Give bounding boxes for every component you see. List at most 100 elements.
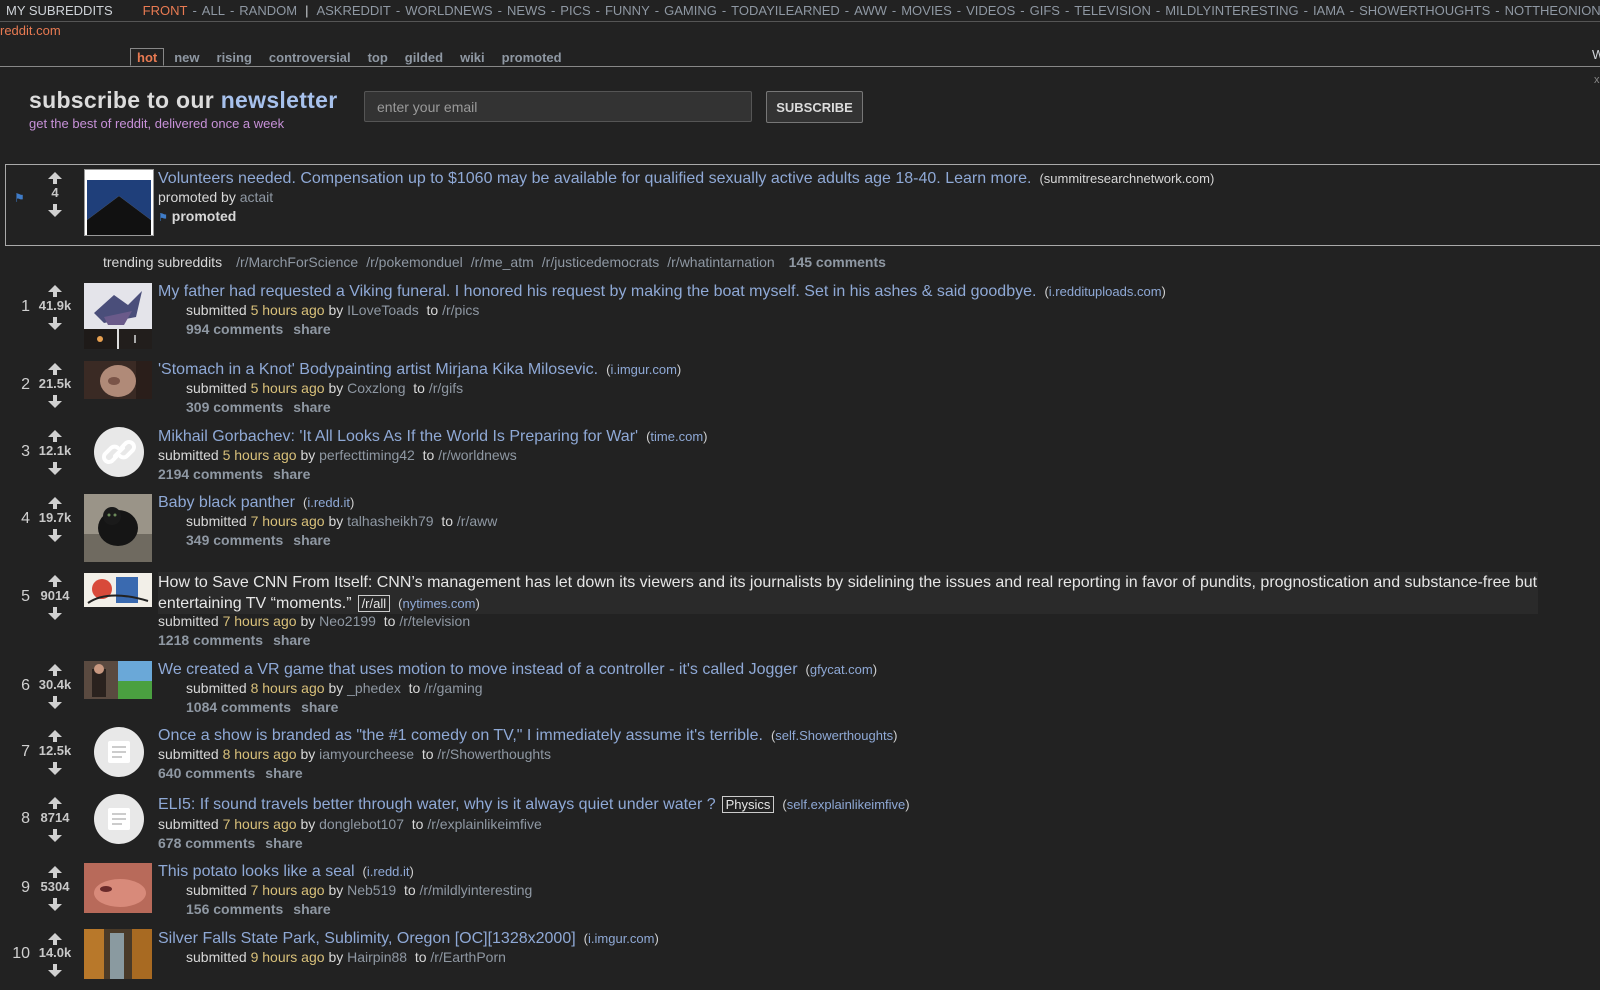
trending-sub[interactable]: /r/justicedemocrats [542,254,659,270]
tab-new[interactable]: new [167,49,206,65]
post-subreddit[interactable]: /r/aww [457,513,497,529]
sr-showerthoughts[interactable]: SHOWERTHOUGHTS [1359,3,1490,18]
post-domain[interactable]: i.imgur.com [588,931,654,946]
sr-worldnews[interactable]: WORLDNEWS [405,3,492,18]
share-link[interactable]: share [273,632,310,648]
downvote-arrow-icon[interactable] [48,898,62,911]
post-domain[interactable]: nytimes.com [402,596,475,611]
downvote-arrow-icon[interactable] [48,462,62,475]
post-domain[interactable]: summitresearchnetwork.com [1044,171,1210,186]
comments-link[interactable]: 1084 comments [186,699,291,715]
post-subreddit[interactable]: /r/mildlyinteresting [420,882,533,898]
subscribe-button[interactable]: SUBSCRIBE [766,91,863,123]
self-post-thumbnail[interactable] [94,794,144,844]
post-subreddit[interactable]: /r/worldnews [438,447,517,463]
sr-pics[interactable]: PICS [560,3,590,18]
comments-link[interactable]: 2194 comments [158,466,263,482]
tab-top[interactable]: top [361,49,395,65]
downvote-arrow-icon[interactable] [48,762,62,775]
post-flair[interactable]: Physics [721,796,775,813]
my-subreddits-dropdown[interactable]: MY SUBREDDITS [6,3,113,18]
post-subreddit[interactable]: /r/EarthPorn [430,949,505,965]
share-link[interactable]: share [301,699,338,715]
post-domain[interactable]: gfycat.com [810,662,873,677]
upvote-arrow-icon[interactable] [48,363,62,375]
share-link[interactable]: share [265,835,302,851]
post-subreddit[interactable]: /r/gaming [424,680,482,696]
comments-link[interactable]: 678 comments [158,835,255,851]
sr-all[interactable]: ALL [202,3,225,18]
user-area[interactable]: W [1592,47,1600,62]
post-author[interactable]: Neo2199 [319,613,376,629]
post-author[interactable]: Hairpin88 [347,949,407,965]
comments-link[interactable]: 309 comments [186,399,283,415]
post-subreddit[interactable]: /r/gifs [429,380,463,396]
share-link[interactable]: share [273,466,310,482]
site-name[interactable]: reddit.com [0,23,61,38]
post-title[interactable]: ELI5: If sound travels better through wa… [158,796,910,814]
trending-sub[interactable]: /r/MarchForScience [236,254,358,270]
post-flair[interactable]: /r/all [357,595,391,612]
post-title[interactable]: 'Stomach in a Knot' Bodypainting artist … [158,361,681,379]
post-thumbnail[interactable] [84,283,152,349]
upvote-arrow-icon[interactable] [48,575,62,587]
post-domain[interactable]: i.reddituploads.com [1049,284,1162,299]
comments-link[interactable]: 156 comments [186,901,283,917]
sr-aww[interactable]: AWW [854,3,887,18]
post-title[interactable]: We created a VR game that uses motion to… [158,661,877,679]
upvote-arrow-icon[interactable] [48,497,62,509]
post-title[interactable]: Once a show is branded as "the #1 comedy… [158,727,897,745]
post-author[interactable]: talhasheikh79 [347,513,433,529]
upvote-arrow-icon[interactable] [48,172,62,184]
post-domain[interactable]: time.com [650,429,703,444]
sr-todayilearned[interactable]: TODAYILEARNED [731,3,840,18]
post-domain[interactable]: i.redd.it [307,495,350,510]
downvote-arrow-icon[interactable] [48,696,62,709]
upvote-arrow-icon[interactable] [48,730,62,742]
post-subreddit[interactable]: /r/television [399,613,470,629]
promoted-title[interactable]: Volunteers needed. Compensation up to $1… [158,170,1214,188]
post-thumbnail[interactable] [84,863,152,913]
post-author[interactable]: iamyourcheese [319,746,414,762]
sr-askreddit[interactable]: ASKREDDIT [316,3,390,18]
sr-iama[interactable]: IAMA [1313,3,1345,18]
post-thumbnail[interactable] [84,573,152,607]
post-subreddit[interactable]: /r/Showerthoughts [437,746,551,762]
share-link[interactable]: share [293,901,330,917]
post-thumbnail[interactable] [84,929,152,979]
downvote-arrow-icon[interactable] [48,204,62,217]
sr-nottheonion[interactable]: NOTTHEONION [1505,3,1600,18]
comments-link[interactable]: 994 comments [186,321,283,337]
upvote-arrow-icon[interactable] [48,933,62,945]
downvote-arrow-icon[interactable] [48,964,62,977]
post-thumbnail[interactable] [84,169,154,236]
trending-sub[interactable]: /r/pokemonduel [366,254,463,270]
post-author[interactable]: ILoveToads [347,302,419,318]
post-author[interactable]: perfecttiming42 [319,447,415,463]
downvote-arrow-icon[interactable] [48,829,62,842]
close-icon[interactable]: x [1594,74,1600,86]
post-author[interactable]: donglebot107 [319,816,404,832]
post-title[interactable]: Silver Falls State Park, Sublimity, Oreg… [158,930,659,948]
comments-link[interactable]: 1218 comments [158,632,263,648]
post-domain[interactable]: self.Showerthoughts [775,728,893,743]
upvote-arrow-icon[interactable] [48,797,62,809]
post-thumbnail[interactable] [84,661,152,699]
upvote-arrow-icon[interactable] [48,285,62,297]
downvote-arrow-icon[interactable] [48,529,62,542]
upvote-arrow-icon[interactable] [48,430,62,442]
post-title[interactable]: How to Save CNN From Itself: CNN’s manag… [158,572,1538,614]
upvote-arrow-icon[interactable] [48,866,62,878]
sr-news[interactable]: NEWS [507,3,546,18]
post-title[interactable]: Baby black panther (i.redd.it) [158,494,354,512]
post-thumbnail[interactable] [84,494,152,562]
post-domain[interactable]: i.imgur.com [610,362,676,377]
upvote-arrow-icon[interactable] [48,664,62,676]
comments-link[interactable]: 640 comments [158,765,255,781]
tab-controversial[interactable]: controversial [262,49,358,65]
sr-gifs[interactable]: GIFS [1030,3,1060,18]
post-author[interactable]: _phedex [347,680,401,696]
post-title[interactable]: My father had requested a Viking funeral… [158,283,1166,301]
tab-wiki[interactable]: wiki [453,49,492,65]
comments-link[interactable]: 349 comments [186,532,283,548]
